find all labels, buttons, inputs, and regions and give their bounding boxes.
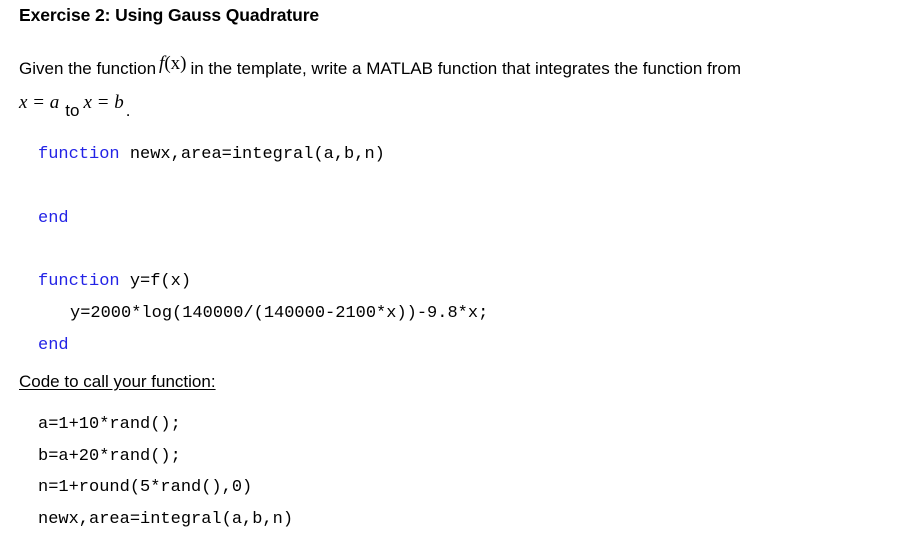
call-code-line: a=1+10*rand(); bbox=[38, 415, 181, 434]
instruction-text-before: Given the function bbox=[19, 59, 157, 78]
main-function-end: end bbox=[38, 209, 69, 228]
end-punctuation: . bbox=[125, 101, 131, 120]
helper-function-body: y=2000*log(140000/(140000-2100*x))-9.8*x… bbox=[70, 304, 489, 323]
from-expression: x = a bbox=[19, 92, 60, 113]
exercise-title: Exercise 2: Using Gauss Quadrature bbox=[19, 5, 320, 25]
main-function-declaration: newx,area=integral(a,b,n) bbox=[119, 145, 385, 164]
call-section-heading: Code to call your function: bbox=[19, 372, 216, 391]
to-expression: x = b bbox=[83, 92, 124, 113]
call-code-line: n=1+round(5*rand(),0) bbox=[38, 478, 253, 497]
main-function-signature: function newx,area=integral(a,b,n) bbox=[38, 145, 385, 164]
fx-math: f(x) bbox=[159, 53, 186, 75]
instruction-line-2: x = a to x = b. bbox=[19, 92, 131, 120]
helper-function-declaration: y=f(x) bbox=[119, 272, 192, 291]
function-keyword: function bbox=[38, 272, 120, 291]
instruction-line-1: Given the function f(x) in the template, w… bbox=[19, 53, 742, 80]
call-code-line: b=a+20*rand(); bbox=[38, 447, 181, 466]
to-word: to bbox=[65, 101, 80, 120]
fx-argument: (x) bbox=[164, 53, 187, 74]
helper-function-signature: function y=f(x) bbox=[38, 272, 191, 291]
helper-function-end: end bbox=[38, 336, 69, 355]
call-code-line: newx,area=integral(a,b,n) bbox=[38, 510, 294, 529]
function-keyword: function bbox=[38, 145, 120, 164]
instruction-text-after: in the template, write a MATLAB function… bbox=[190, 59, 742, 78]
